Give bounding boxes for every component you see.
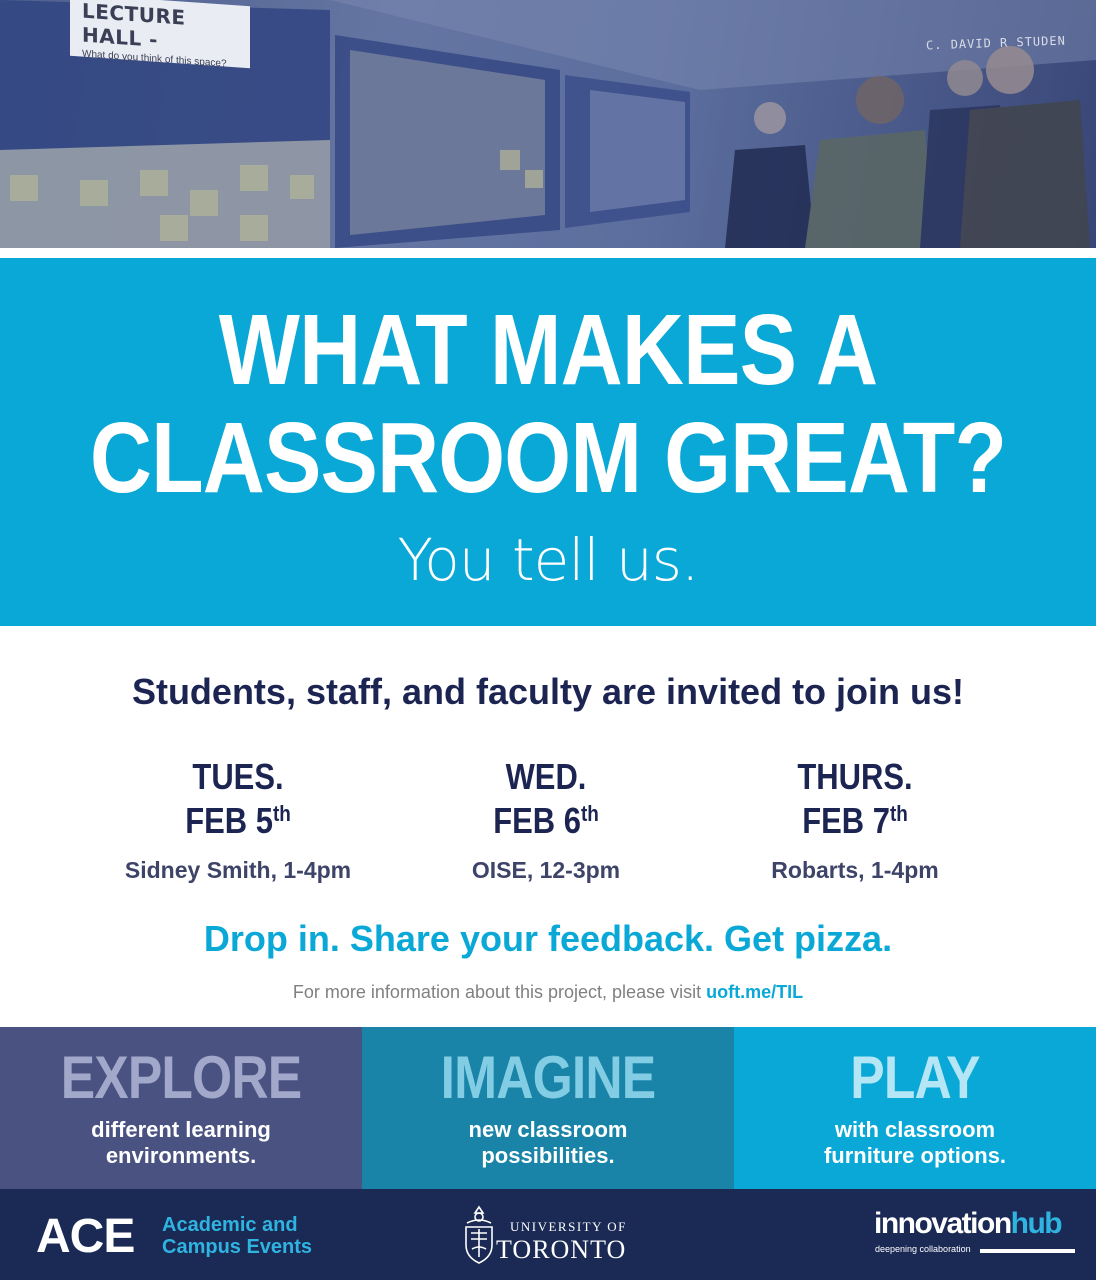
ace-logo-name: Academic and Campus Events	[162, 1214, 313, 1258]
uoft-logo-top: UNIVERSITY OF	[510, 1219, 627, 1234]
event-day: THURS.	[797, 756, 913, 797]
headline-line-1: WHAT MAKES A	[218, 294, 878, 406]
invitation-text: Students, staff, and faculty are invited…	[131, 671, 965, 712]
ace-logo: ACE	[36, 1210, 135, 1263]
event-date: FEB 7th	[802, 800, 908, 841]
headline-line-2: CLASSROOM GREAT?	[89, 402, 1007, 514]
panel-body: different learning environments.	[91, 1117, 271, 1168]
event-date: FEB 5th	[185, 800, 291, 841]
more-info: For more information about this project,…	[0, 982, 1096, 1003]
panel-body: new classroom possibilities.	[468, 1117, 628, 1168]
event-tues: TUES. FEB 5th Sidney Smith, 1-4pm	[88, 758, 388, 884]
innovationhub-bar	[980, 1249, 1075, 1253]
event-location: Robarts, 1-4pm	[771, 857, 939, 883]
event-day: TUES.	[192, 756, 284, 797]
panel-imagine: IMAGINE new classroom possibilities.	[362, 1027, 734, 1189]
uoft-logo-name: TORONTO	[496, 1235, 627, 1264]
event-wed: WED. FEB 6th OISE, 12-3pm	[396, 758, 696, 884]
innovationhub-logo: innovationhub	[874, 1207, 1063, 1240]
lecture-hall-sign: LECTURE HALL - What do you think of this…	[70, 0, 250, 70]
panel-body: with classroom furniture options.	[823, 1117, 1007, 1168]
panel-title: IMAGINE	[440, 1044, 657, 1111]
headline: WHAT MAKES A CLASSROOM GREAT?	[77, 296, 1020, 512]
panel-play: PLAY with classroom furniture options.	[734, 1027, 1096, 1189]
event-day: WED.	[505, 756, 587, 797]
event-location: Sidney Smith, 1-4pm	[124, 857, 352, 883]
event-location: OISE, 12-3pm	[471, 857, 621, 883]
panel-title: PLAY	[850, 1044, 980, 1111]
tagline: You tell us.	[397, 526, 700, 594]
innovationhub-tagline: deepening collaboration	[875, 1244, 971, 1254]
project-link[interactable]: uoft.me/TIL	[706, 982, 803, 1002]
call-to-action: Drop in. Share your feedback. Get pizza.	[203, 918, 893, 959]
panel-explore: EXPLORE different learning environments.	[0, 1027, 362, 1189]
divider-strip	[0, 248, 1096, 258]
event-date: FEB 6th	[493, 800, 599, 841]
uoft-crest-icon	[465, 1205, 493, 1264]
sign-title: LECTURE HALL -	[82, 0, 186, 52]
event-thurs: THURS. FEB 7th Robarts, 1-4pm	[705, 758, 1005, 884]
footer-logos: ACE Academic and Campus Events UNIVERSIT…	[0, 1189, 1096, 1280]
more-info-text: For more information about this project,…	[292, 982, 707, 1002]
panel-title: EXPLORE	[60, 1044, 302, 1111]
hero-photo: LECTURE HALL - What do you think of this…	[0, 0, 1096, 248]
